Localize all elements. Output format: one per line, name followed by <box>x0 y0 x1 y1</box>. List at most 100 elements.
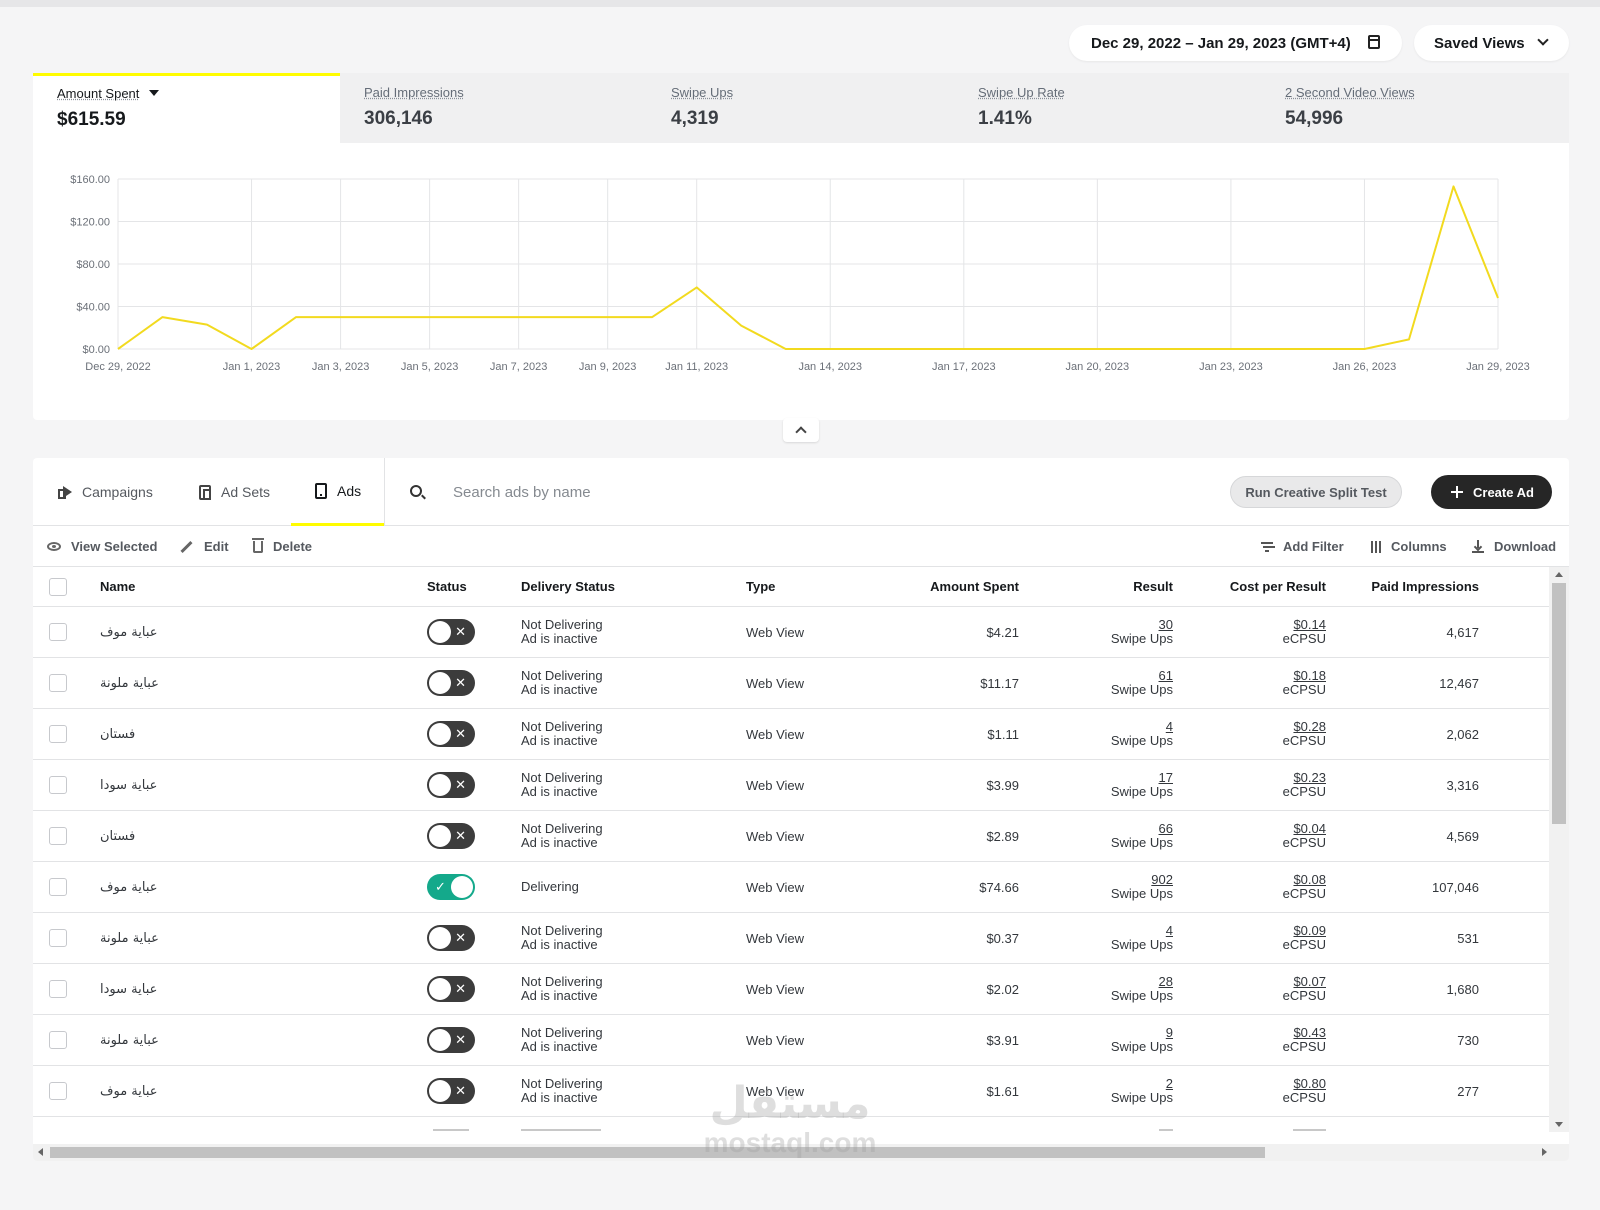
table-row[interactable]: فستان ✕ Not Delivering Ad is inactive Web… <box>33 811 1549 862</box>
ad-name[interactable]: فستان <box>100 727 135 742</box>
status-toggle[interactable]: ✕ <box>427 823 475 849</box>
result-link[interactable]: 4 <box>1166 720 1173 734</box>
row-checkbox[interactable] <box>49 1082 67 1100</box>
status-toggle[interactable]: ✕ <box>427 925 475 951</box>
cost-per-result-link[interactable]: $0.80 <box>1293 1077 1326 1091</box>
column-header-amount-spent[interactable]: Amount Spent <box>913 567 1019 606</box>
scroll-up-arrow-icon[interactable] <box>1555 572 1563 577</box>
row-checkbox[interactable] <box>49 929 67 947</box>
view-selected-button[interactable]: View Selected <box>47 526 157 567</box>
tab-ad-sets[interactable]: Ad Sets <box>199 458 270 526</box>
cost-per-result-link[interactable]: $0.18 <box>1293 669 1326 683</box>
horizontal-scroll-thumb[interactable] <box>50 1147 1265 1158</box>
result-link[interactable]: 902 <box>1151 873 1173 887</box>
ad-name[interactable]: عباية موف <box>100 1084 158 1099</box>
status-toggle[interactable]: ✕ <box>427 1078 475 1104</box>
run-creative-split-test-button[interactable]: Run Creative Split Test <box>1230 476 1402 508</box>
date-range-picker[interactable]: Dec 29, 2022 – Jan 29, 2023 (GMT+4) <box>1069 25 1402 61</box>
table-row[interactable]: عباية سودا ✕ Not Delivering Ad is inactiv… <box>33 760 1549 811</box>
tab-campaigns[interactable]: Campaigns <box>58 458 153 526</box>
column-header-status[interactable]: Status <box>427 567 467 606</box>
saved-views-dropdown[interactable]: Saved Views <box>1414 25 1569 61</box>
cost-per-result-link[interactable]: $0.04 <box>1293 822 1326 836</box>
result-link[interactable]: 4 <box>1166 924 1173 938</box>
metric-tab-3[interactable]: Swipe Up Rate 1.41% <box>954 73 1261 143</box>
status-toggle[interactable]: ✕ <box>427 976 475 1002</box>
metric-tab-0[interactable]: Amount Spent $615.59 <box>33 73 340 143</box>
add-filter-button[interactable]: Add Filter <box>1261 526 1344 567</box>
status-toggle[interactable]: ✕ <box>427 670 475 696</box>
collapse-chart-button[interactable] <box>783 418 819 442</box>
result-link[interactable]: 66 <box>1159 822 1173 836</box>
row-checkbox[interactable] <box>49 623 67 641</box>
ad-name[interactable]: عباية موف <box>100 625 158 640</box>
edit-button[interactable]: Edit <box>180 526 229 567</box>
ad-name[interactable]: عباية ملونة <box>100 931 159 946</box>
vertical-scroll-thumb[interactable] <box>1552 583 1566 824</box>
status-toggle[interactable]: ✕ <box>427 619 475 645</box>
table-row[interactable]: فستان ✕ Not Delivering Ad is inactive Web… <box>33 709 1549 760</box>
row-checkbox[interactable] <box>49 1031 67 1049</box>
vertical-scrollbar[interactable] <box>1549 567 1569 1132</box>
scroll-left-arrow-icon[interactable] <box>38 1148 43 1156</box>
create-ad-button[interactable]: Create Ad <box>1431 475 1552 509</box>
ad-name[interactable]: عباية ملونة <box>100 1033 159 1048</box>
metric-tab-1[interactable]: Paid Impressions 306,146 <box>340 73 647 143</box>
row-checkbox[interactable] <box>49 878 67 896</box>
cost-per-result-link[interactable]: $0.07 <box>1293 975 1326 989</box>
row-checkbox[interactable] <box>49 776 67 794</box>
status-toggle[interactable]: ✓ <box>427 874 475 900</box>
table-row[interactable]: عباية ملونة ✕ Not Delivering Ad is inacti… <box>33 658 1549 709</box>
column-header-result[interactable]: Result <box>1073 567 1173 606</box>
result-link[interactable]: 28 <box>1159 975 1173 989</box>
table-row[interactable]: عباية موف ✓ Delivering Web View $74.66 9… <box>33 862 1549 913</box>
metric-tab-2[interactable]: Swipe Ups 4,319 <box>647 73 954 143</box>
column-header-type[interactable]: Type <box>746 567 775 606</box>
table-row[interactable]: عباية موف ✕ Not Delivering Ad is inactive… <box>33 607 1549 658</box>
ad-name[interactable]: عباية سودا <box>100 778 157 793</box>
result-link[interactable]: 61 <box>1159 669 1173 683</box>
status-toggle[interactable]: ✕ <box>427 721 475 747</box>
search-input[interactable] <box>453 476 1153 508</box>
result-link[interactable]: 17 <box>1159 771 1173 785</box>
ad-name[interactable]: عباية سودا <box>100 982 157 997</box>
download-button[interactable]: Download <box>1472 526 1556 567</box>
column-header-delivery-status[interactable]: Delivery Status <box>521 567 615 606</box>
row-checkbox[interactable] <box>49 980 67 998</box>
result-link[interactable]: 30 <box>1159 618 1173 632</box>
ad-name[interactable]: فستان <box>100 829 135 844</box>
delete-button[interactable]: Delete <box>252 526 312 567</box>
row-checkbox[interactable] <box>49 674 67 692</box>
caret-down-icon[interactable] <box>149 90 160 96</box>
columns-button[interactable]: Columns <box>1371 526 1447 567</box>
status-toggle[interactable]: ✕ <box>427 1027 475 1053</box>
tab-ads[interactable]: Ads <box>291 458 384 526</box>
row-checkbox[interactable] <box>49 725 67 743</box>
x-icon: ✕ <box>455 828 466 843</box>
metric-tab-4[interactable]: 2 Second Video Views 54,996 <box>1261 73 1568 143</box>
select-all-checkbox[interactable] <box>49 577 67 596</box>
cost-per-result-link[interactable]: $0.08 <box>1293 873 1326 887</box>
table-row[interactable]: عباية سودا ✕ Not Delivering Ad is inactiv… <box>33 964 1549 1015</box>
table-row[interactable]: عباية ملونة ✕ Not Delivering Ad is inacti… <box>33 1015 1549 1066</box>
ad-name[interactable]: عباية ملونة <box>100 676 159 691</box>
filter-icon <box>1261 542 1273 552</box>
result-link[interactable]: 9 <box>1166 1026 1173 1040</box>
column-header-paid-impressions[interactable]: Paid Impressions <box>1353 567 1479 606</box>
column-header-name[interactable]: Name <box>100 567 135 606</box>
result-link[interactable]: 2 <box>1166 1077 1173 1091</box>
cost-per-result-link[interactable]: $0.23 <box>1293 771 1326 785</box>
ad-name[interactable]: عباية موف <box>100 880 158 895</box>
horizontal-scrollbar[interactable] <box>33 1144 1569 1161</box>
cost-per-result-link[interactable]: $0.09 <box>1293 924 1326 938</box>
table-row[interactable]: عباية موف ✕ Not Delivering Ad is inactive… <box>33 1066 1549 1117</box>
column-header-cost-per-result[interactable]: Cost per Result <box>1213 567 1326 606</box>
status-toggle[interactable]: ✕ <box>427 772 475 798</box>
cost-per-result-link[interactable]: $0.28 <box>1293 720 1326 734</box>
cost-per-result-link[interactable]: $0.14 <box>1293 618 1326 632</box>
scroll-down-arrow-icon[interactable] <box>1555 1122 1563 1127</box>
table-row[interactable]: عباية ملونة ✕ Not Delivering Ad is inacti… <box>33 913 1549 964</box>
row-checkbox[interactable] <box>49 827 67 845</box>
scroll-right-arrow-icon[interactable] <box>1542 1148 1547 1156</box>
cost-per-result-link[interactable]: $0.43 <box>1293 1026 1326 1040</box>
